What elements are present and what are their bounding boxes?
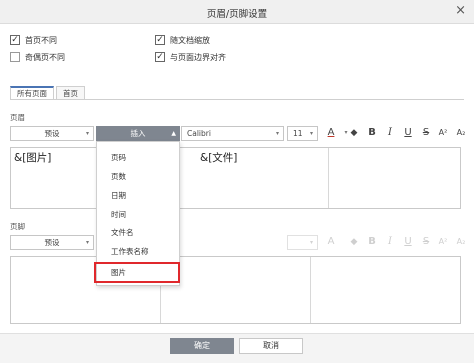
menu-item-date[interactable]: 日期 [97,187,179,205]
dialog-footer [0,333,474,363]
checkbox-different-first-page[interactable]: ✓ [10,35,20,45]
option-align-with-margins[interactable]: ✓ 与页面边界对齐 [155,51,226,63]
chevron-down-icon: ▾ [85,130,89,137]
chevron-down-icon: ▾ [275,130,279,137]
picture-highlight-box [94,262,180,283]
menu-item-sheet-name[interactable]: 工作表名称 [97,243,179,261]
font-name-select[interactable]: Calibri ▾ [181,126,284,141]
dialog-titlebar: 页眉/页脚设置 × [0,0,474,24]
italic-icon[interactable]: I [383,126,397,140]
header-preset-label: 预设 [44,129,60,138]
footer-center-section[interactable] [161,257,311,323]
ok-button[interactable]: 确定 [170,338,234,354]
footer-section-label: 页脚 [10,222,25,231]
footer-preset-select[interactable]: 预设 ▾ [10,235,94,250]
footer-fill-color-icon[interactable]: ◆ [347,235,361,249]
checkbox-align-with-margins[interactable]: ✓ [155,52,165,62]
footer-strikethrough-icon[interactable]: S [419,235,433,249]
checkbox-different-odd-even[interactable] [10,52,20,62]
footer-superscript-icon[interactable]: A² [436,235,450,249]
font-size-select[interactable]: 11 ▾ [287,126,318,141]
tab-divider [10,99,464,100]
superscript-icon[interactable]: A² [436,126,450,140]
footer-preset-label: 预设 [44,238,60,247]
strikethrough-icon[interactable]: S [419,126,433,140]
tab-bar: 所有页面 首页 [10,86,87,100]
header-edit-area[interactable]: &[图片] &[文件] [10,147,461,209]
menu-item-time[interactable]: 时间 [97,206,179,224]
menu-item-page-count[interactable]: 页数 [97,168,179,186]
label-scale-with-document: 随文档缩放 [170,35,210,45]
label-different-odd-even: 奇偶页不同 [25,52,65,62]
footer-bold-icon[interactable]: B [365,235,379,249]
header-insert-label: 插入 [130,129,146,138]
fill-color-icon[interactable]: ◆ [347,126,361,140]
menu-item-file-name[interactable]: 文件名 [97,224,179,242]
font-name-value: Calibri [187,129,211,138]
cancel-button[interactable]: 取消 [239,338,303,354]
footer-subscript-icon[interactable]: A₂ [454,235,468,249]
menu-item-page-number[interactable]: 页码 [97,149,179,167]
underline-icon[interactable]: U [401,126,415,140]
option-scale-with-document[interactable]: ✓ 随文档缩放 [155,34,210,46]
header-insert-button[interactable]: 插入 ▲ [96,126,180,141]
footer-font-color-icon[interactable]: A [324,235,338,249]
footer-underline-icon[interactable]: U [401,235,415,249]
dialog-title: 页眉/页脚设置 [206,9,268,20]
option-different-odd-even[interactable]: 奇偶页不同 [10,51,65,63]
header-preset-select[interactable]: 预设 ▾ [10,126,94,141]
tab-first-page[interactable]: 首页 [56,86,85,100]
checkbox-scale-with-document[interactable]: ✓ [155,35,165,45]
footer-font-size-select[interactable]: ▾ [287,235,318,250]
chevron-up-icon: ▲ [171,130,176,137]
font-color-icon[interactable]: A [324,126,338,140]
label-align-with-margins: 与页面边界对齐 [170,52,226,62]
header-section-label: 页眉 [10,113,25,122]
bold-icon[interactable]: B [365,126,379,140]
chevron-down-icon: ▾ [85,239,89,246]
font-size-value: 11 [293,129,303,138]
subscript-icon[interactable]: A₂ [454,126,468,140]
option-different-first-page[interactable]: ✓ 首页不同 [10,34,57,46]
header-right-section[interactable] [329,148,460,208]
label-different-first-page: 首页不同 [25,35,57,45]
chevron-down-icon: ▾ [309,130,313,137]
chevron-down-icon: ▾ [309,239,313,246]
footer-italic-icon[interactable]: I [383,235,397,249]
footer-right-section[interactable] [311,257,460,323]
footer-edit-area[interactable] [10,256,461,324]
tab-all-pages[interactable]: 所有页面 [10,86,54,100]
close-icon[interactable]: × [455,4,466,18]
